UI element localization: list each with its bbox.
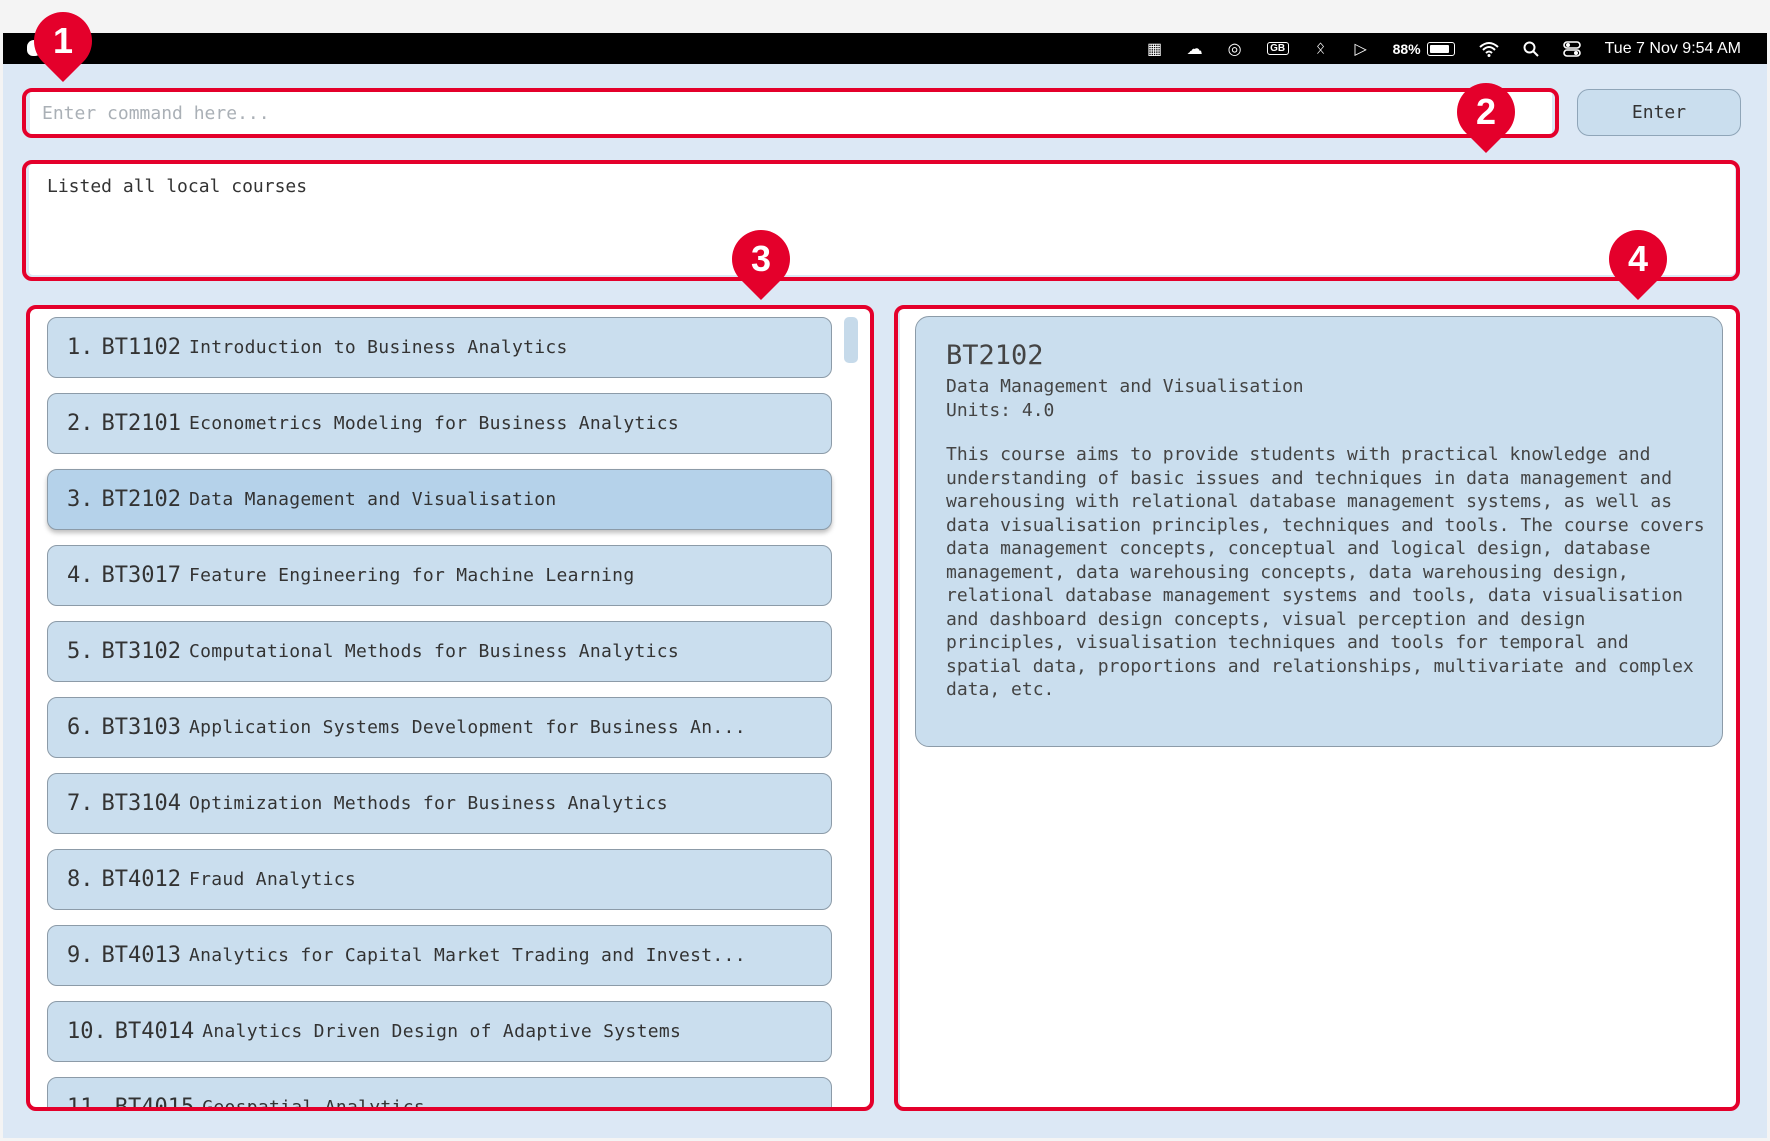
tablet-icon[interactable]: ▦ bbox=[1147, 39, 1163, 59]
annotation-marker-2: 2 bbox=[1444, 70, 1528, 154]
battery-status[interactable]: 88% bbox=[1393, 41, 1455, 57]
keyboard-gb-icon[interactable]: GB bbox=[1266, 42, 1289, 55]
annotation-box-1 bbox=[22, 88, 1559, 138]
battery-icon bbox=[1426, 41, 1455, 56]
battery-percent: 88% bbox=[1392, 40, 1421, 57]
control-center-icon[interactable] bbox=[1562, 40, 1581, 57]
play-icon[interactable]: ▷ bbox=[1353, 39, 1369, 59]
cloud-icon[interactable]: ☁ bbox=[1187, 39, 1203, 59]
annotation-marker-4: 4 bbox=[1596, 217, 1680, 301]
search-icon[interactable] bbox=[1523, 41, 1539, 57]
annotation-marker-3: 3 bbox=[719, 217, 803, 301]
enter-button[interactable]: Enter bbox=[1577, 89, 1741, 136]
status-icons: ▦ ☁ ◎ GB ᛟ ▷ 88% Tue 7 Nov 9:54 AM bbox=[1147, 33, 1741, 64]
wifi-icon[interactable] bbox=[1478, 41, 1499, 57]
airdrop-icon[interactable]: ◎ bbox=[1227, 39, 1243, 59]
annotation-box-3 bbox=[26, 305, 874, 1111]
clock[interactable]: Tue 7 Nov 9:54 AM bbox=[1605, 40, 1741, 58]
bluetooth-icon[interactable]: ᛟ bbox=[1313, 40, 1329, 58]
annotation-marker-1: 1 bbox=[21, 0, 105, 83]
menu-bar: a ▦ ☁ ◎ GB ᛟ ▷ 88% Tue 7 Nov 9:54 AM bbox=[3, 33, 1767, 64]
annotation-box-4 bbox=[894, 305, 1740, 1111]
annotation-box-2 bbox=[22, 160, 1740, 281]
